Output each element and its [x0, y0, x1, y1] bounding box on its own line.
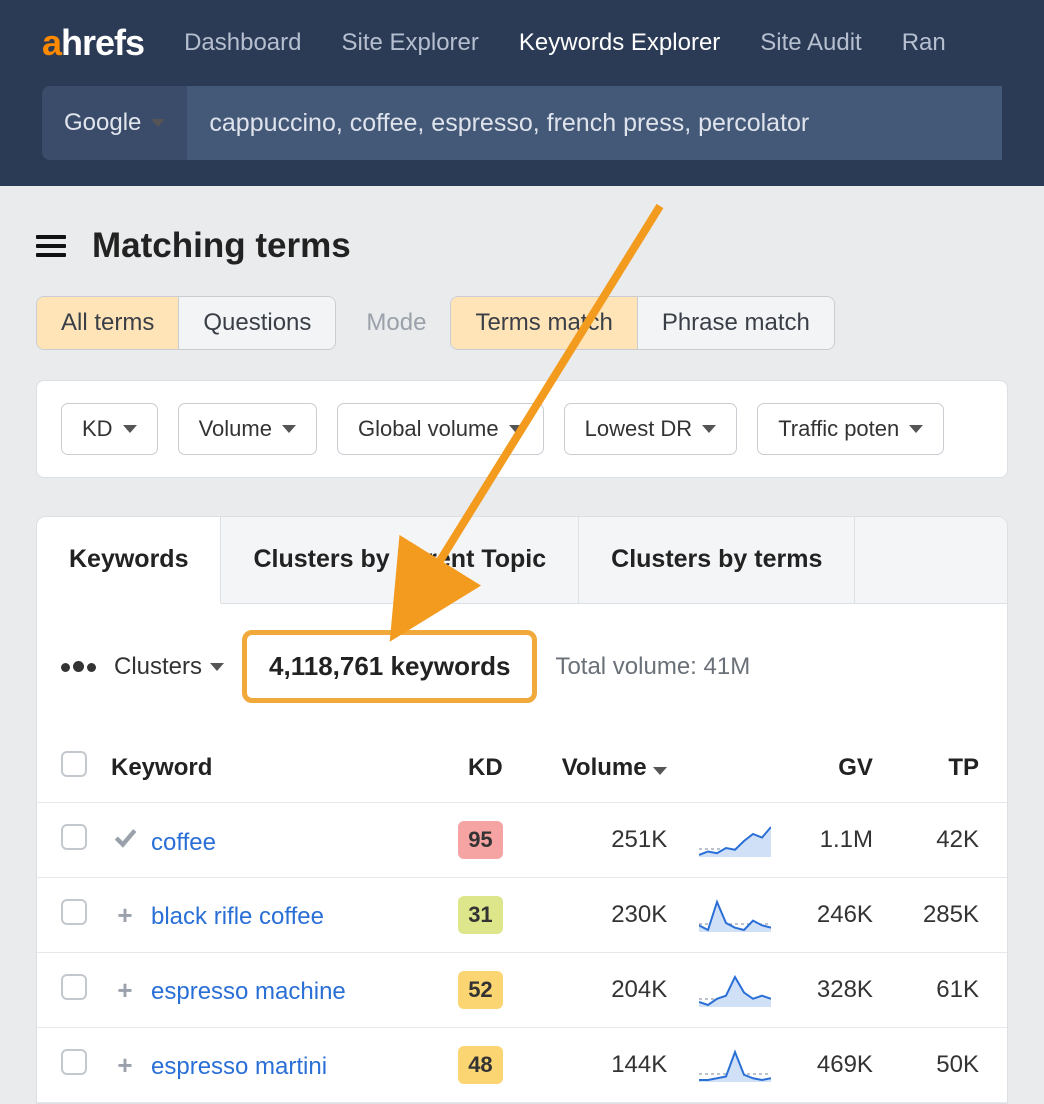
row-checkbox[interactable] [61, 974, 87, 1000]
filter-traffic-poten[interactable]: Traffic poten [757, 403, 944, 455]
keyword-search-input[interactable] [187, 86, 1002, 160]
kd-badge: 31 [458, 896, 502, 934]
match-filter-group: Terms matchPhrase match [450, 296, 834, 350]
row-checkbox[interactable] [61, 824, 87, 850]
volume-cell: 144K [515, 1028, 680, 1103]
tp-cell: 285K [885, 878, 1007, 953]
col-keyword[interactable]: Keyword [99, 733, 428, 803]
tab-clusters-by-terms[interactable]: Clusters by terms [579, 517, 855, 603]
match-filter-phrase-match[interactable]: Phrase match [638, 297, 834, 349]
logo[interactable]: ahrefs [42, 22, 144, 64]
metric-filter-bar: KD Volume Global volume Lowest DR Traffic po… [36, 380, 1008, 478]
term-filter-group: All termsQuestions [36, 296, 336, 350]
volume-cell: 204K [515, 953, 680, 1028]
term-filter-questions[interactable]: Questions [179, 297, 335, 349]
caret-down-icon [123, 425, 137, 433]
menu-icon[interactable] [36, 235, 66, 257]
nav-ran[interactable]: Ran [902, 29, 946, 57]
gv-cell: 328K [783, 953, 885, 1028]
clusters-dropdown[interactable]: Clusters [114, 653, 224, 681]
tab-keywords[interactable]: Keywords [37, 517, 221, 604]
filter-volume[interactable]: Volume [178, 403, 317, 455]
caret-down-icon [282, 425, 296, 433]
mode-label: Mode [366, 309, 426, 337]
sparkline [679, 803, 783, 878]
select-all-checkbox[interactable] [61, 751, 87, 777]
table-row: coffee 95 251K 1.1M42K [37, 803, 1007, 878]
tp-cell: 61K [885, 953, 1007, 1028]
check-icon [111, 824, 139, 850]
kd-badge: 95 [458, 821, 502, 859]
tp-cell: 42K [885, 803, 1007, 878]
keyword-link[interactable]: black rifle coffee [151, 903, 324, 930]
gv-cell: 469K [783, 1028, 885, 1103]
col-volume[interactable]: Volume [515, 733, 680, 803]
table-row: + black rifle coffee 31 230K 246K285K [37, 878, 1007, 953]
search-engine-label: Google [64, 109, 141, 137]
plus-icon[interactable]: + [111, 1050, 139, 1081]
match-filter-terms-match[interactable]: Terms match [451, 297, 637, 349]
col-volume-label: Volume [562, 754, 647, 781]
keyword-link[interactable]: espresso machine [151, 978, 346, 1005]
keyword-link[interactable]: espresso martini [151, 1053, 327, 1080]
caret-down-icon [151, 119, 165, 127]
plus-icon[interactable]: + [111, 975, 139, 1006]
total-volume: Total volume: 41M [555, 653, 750, 681]
nav-site-explorer[interactable]: Site Explorer [341, 29, 478, 57]
sort-desc-icon [653, 767, 667, 775]
col-tp[interactable]: TP [885, 733, 1007, 803]
tp-cell: 50K [885, 1028, 1007, 1103]
page-title: Matching terms [92, 226, 351, 266]
clusters-label: Clusters [114, 653, 202, 681]
sparkline [679, 1028, 783, 1103]
col-kd[interactable]: KD [428, 733, 515, 803]
caret-down-icon [702, 425, 716, 433]
keyword-count: 4,118,761 keywords [242, 630, 537, 703]
kd-badge: 52 [458, 971, 502, 1009]
filter-kd[interactable]: KD [61, 403, 158, 455]
volume-cell: 251K [515, 803, 680, 878]
nav-site-audit[interactable]: Site Audit [760, 29, 861, 57]
gv-cell: 246K [783, 878, 885, 953]
plus-icon[interactable]: + [111, 900, 139, 931]
nav-keywords-explorer[interactable]: Keywords Explorer [519, 29, 720, 57]
search-engine-select[interactable]: Google [42, 86, 187, 160]
volume-cell: 230K [515, 878, 680, 953]
caret-down-icon [909, 425, 923, 433]
filter-lowest-dr[interactable]: Lowest DR [564, 403, 738, 455]
tab-clusters-by-parent-topic[interactable]: Clusters by Parent Topic [221, 517, 579, 603]
caret-down-icon [210, 663, 224, 671]
keyword-link[interactable]: coffee [151, 829, 216, 856]
sparkline [679, 953, 783, 1028]
caret-down-icon [509, 425, 523, 433]
table-row: + espresso machine 52 204K 328K61K [37, 953, 1007, 1028]
row-checkbox[interactable] [61, 899, 87, 925]
sparkline [679, 878, 783, 953]
term-filter-all-terms[interactable]: All terms [37, 297, 179, 349]
col-gv[interactable]: GV [783, 733, 885, 803]
table-row: + espresso martini 48 144K 469K50K [37, 1028, 1007, 1103]
nav-dashboard[interactable]: Dashboard [184, 29, 301, 57]
result-tabs: KeywordsClusters by Parent TopicClusters… [37, 517, 1007, 604]
kd-badge: 48 [458, 1046, 502, 1084]
gv-cell: 1.1M [783, 803, 885, 878]
logo-text: hrefs [61, 22, 144, 64]
clusters-icon [61, 661, 96, 672]
filter-global-volume[interactable]: Global volume [337, 403, 544, 455]
